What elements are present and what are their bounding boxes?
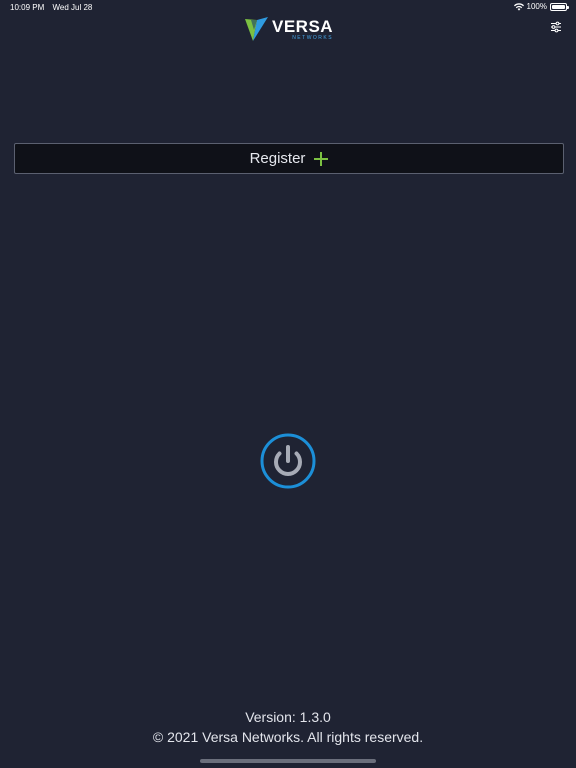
footer: Version: 1.3.0 © 2021 Versa Networks. Al… xyxy=(0,707,576,747)
battery-icon xyxy=(550,2,569,11)
home-indicator[interactable] xyxy=(200,759,376,763)
plus-icon xyxy=(314,151,329,166)
versa-logo: VERSA NETWORKS xyxy=(245,15,333,43)
status-time: 10:09 PM xyxy=(10,3,45,12)
logo-text: VERSA NETWORKS xyxy=(272,18,333,41)
battery-fill xyxy=(552,4,565,9)
copyright-text: © 2021 Versa Networks. All rights reserv… xyxy=(152,729,424,745)
battery-percent: 100% xyxy=(526,2,547,11)
logo-name: VERSA xyxy=(272,16,334,36)
power-button[interactable] xyxy=(260,433,316,489)
register-label: Register xyxy=(249,150,306,167)
status-date: Wed Jul 28 xyxy=(52,3,93,12)
status-left: 10:09 PM Wed Jul 28 xyxy=(10,3,92,12)
versa-logo-mark-icon xyxy=(245,16,269,42)
version-text: Version: 1.3.0 xyxy=(245,709,331,725)
wifi-icon xyxy=(513,2,524,11)
register-button[interactable]: Register xyxy=(14,143,564,174)
settings-sliders-icon[interactable] xyxy=(550,21,562,33)
status-bar: 10:09 PM Wed Jul 28 100% xyxy=(0,0,576,14)
status-right: 100% xyxy=(513,2,569,11)
power-icon xyxy=(260,433,316,489)
